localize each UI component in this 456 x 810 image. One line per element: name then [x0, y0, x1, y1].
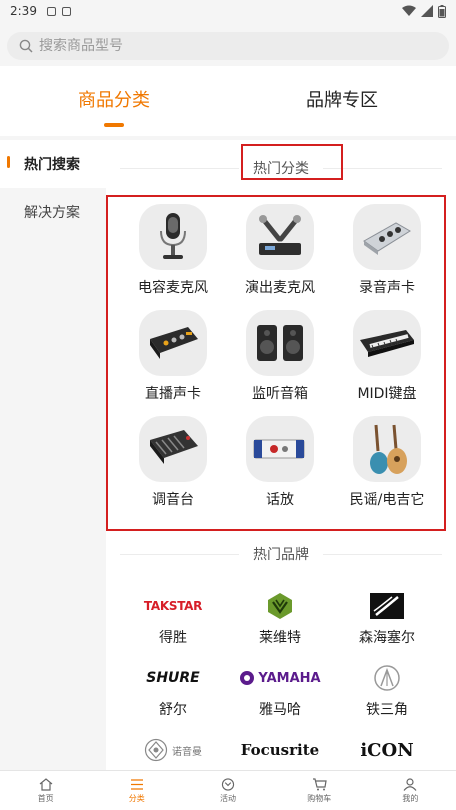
brand-item[interactable]: 铁三角 [334, 662, 440, 734]
category-label: 演出麦克风 [245, 280, 315, 296]
icon-pro-audio-logo: iCON [360, 739, 414, 761]
search-icon [19, 39, 33, 53]
mixer-icon [139, 416, 207, 482]
sidebar-item-label: 热门搜索 [24, 157, 80, 173]
shure-logo: SHURE [146, 670, 200, 686]
cart-icon [312, 777, 327, 790]
brand-label: 莱维特 [259, 630, 301, 646]
active-tab-indicator [104, 123, 124, 127]
category-content: 热门分类 电容麦克风 演出麦克风 录音声卡 直播声卡 监听音箱 MIDI键盘 调… [106, 140, 456, 770]
audio-technica-logo [373, 662, 401, 694]
takstar-logo: TAKSTAR [143, 599, 203, 613]
nav-label: 我的 [402, 793, 419, 803]
category-label: 录音声卡 [359, 280, 415, 296]
guitar-icon [353, 416, 421, 482]
levitt-logo [267, 590, 293, 622]
category-item[interactable]: 监听音箱 [227, 310, 333, 416]
category-item[interactable]: MIDI键盘 [334, 310, 440, 416]
category-label: 监听音箱 [252, 386, 308, 402]
preamp-icon [246, 416, 314, 482]
hot-brands-header: 热门品牌 [120, 544, 442, 564]
status-time: 2:39 [10, 4, 37, 18]
category-item[interactable]: 话放 [227, 416, 333, 522]
nav-label: 首页 [37, 793, 54, 803]
brand-item[interactable]: YAMAHA 雅马哈 [227, 662, 333, 734]
yamaha-logo: YAMAHA [239, 662, 321, 694]
category-item[interactable]: 演出麦克风 [227, 204, 333, 310]
signal-icon [421, 5, 433, 17]
brand-item[interactable]: SHURE 舒尔 [120, 662, 226, 734]
divider [120, 553, 239, 555]
highlight-box [241, 144, 343, 180]
search-bar[interactable] [7, 32, 449, 60]
brand-item[interactable]: 莱维特 [227, 590, 333, 662]
category-label: 话放 [266, 492, 294, 508]
wifi-icon [402, 5, 416, 16]
notification-icon [61, 6, 71, 16]
sidebar-item-solutions[interactable]: 解决方案 [0, 188, 106, 236]
brand-label: 森海塞尔 [359, 630, 415, 646]
brand-item[interactable]: TAKSTAR 得胜 [120, 590, 226, 662]
focusrite-logo: Focusrite [240, 741, 320, 759]
tab-label: 品牌专区 [306, 90, 378, 111]
brand-item[interactable]: 森海塞尔 [334, 590, 440, 662]
category-label: MIDI键盘 [357, 386, 417, 402]
nav-label: 分类 [128, 793, 145, 803]
nav-activity[interactable]: 活动 [182, 771, 273, 810]
category-sidebar: 热门搜索 解决方案 [0, 140, 106, 770]
category-label: 电容麦克风 [138, 280, 208, 296]
audio-interface-icon [353, 204, 421, 270]
status-bar: 2:39 [0, 0, 456, 22]
tab-brand-zone[interactable]: 品牌专区 [228, 66, 456, 136]
nav-profile[interactable]: 我的 [365, 771, 456, 810]
category-list-icon [130, 778, 143, 790]
section-title: 热门品牌 [253, 547, 309, 563]
divider [120, 167, 239, 169]
category-item[interactable]: 调音台 [120, 416, 226, 522]
sidebar-item-hot-search[interactable]: 热门搜索 [0, 140, 106, 188]
category-label: 调音台 [152, 492, 194, 508]
neumann-logo: 诺音曼 [144, 734, 202, 766]
category-label: 直播声卡 [145, 386, 201, 402]
brand-label: 雅马哈 [259, 702, 301, 718]
wireless-mic-icon [246, 204, 314, 270]
bottom-navigation: 首页 分类 活动 购物车 我的 [0, 770, 456, 810]
profile-icon [403, 777, 417, 791]
nav-home[interactable]: 首页 [0, 771, 91, 810]
monitor-speakers-icon [246, 310, 314, 376]
nav-cart[interactable]: 购物车 [274, 771, 365, 810]
category-item[interactable]: 直播声卡 [120, 310, 226, 416]
category-item[interactable]: 电容麦克风 [120, 204, 226, 310]
nav-label: 活动 [220, 793, 236, 803]
nav-category[interactable]: 分类 [91, 771, 182, 810]
midi-keyboard-icon [353, 310, 421, 376]
search-input[interactable] [39, 38, 399, 54]
hot-categories-grid: 电容麦克风 演出麦克风 录音声卡 直播声卡 监听音箱 MIDI键盘 调音台 话放… [120, 204, 440, 522]
tab-product-categories[interactable]: 商品分类 [0, 66, 228, 136]
nav-label: 购物车 [307, 793, 332, 803]
home-icon [39, 777, 52, 791]
top-tabs: 商品分类 品牌专区 [0, 66, 456, 136]
tab-label: 商品分类 [78, 90, 150, 111]
sidebar-item-label: 解决方案 [24, 205, 80, 221]
category-label: 民谣/电吉它 [349, 492, 425, 508]
battery-icon [438, 4, 446, 18]
brand-label: 舒尔 [159, 702, 187, 718]
brand-label: 铁三角 [366, 702, 408, 718]
brand-label: 得胜 [159, 630, 187, 646]
sennheiser-logo [370, 590, 404, 622]
category-item[interactable]: 民谣/电吉它 [334, 416, 440, 522]
condenser-mic-icon [139, 204, 207, 270]
divider [323, 553, 442, 555]
live-soundcard-icon [139, 310, 207, 376]
category-item[interactable]: 录音声卡 [334, 204, 440, 310]
activity-icon [221, 777, 235, 791]
notification-icon [46, 6, 56, 16]
